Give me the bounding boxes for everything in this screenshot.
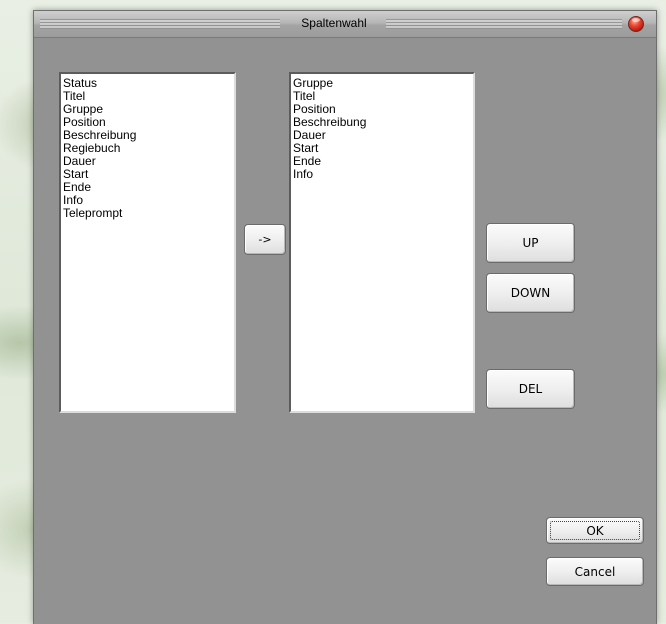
- column-selection-dialog: Spaltenwahl Status Titel Gruppe Position Bes…: [33, 10, 657, 624]
- ok-button[interactable]: OK: [546, 517, 644, 544]
- close-icon[interactable]: [628, 16, 644, 32]
- selected-columns-list[interactable]: Gruppe Titel Position Beschreibung Dauer Star…: [289, 72, 475, 413]
- title-bar[interactable]: Spaltenwahl: [34, 11, 656, 38]
- add-column-button[interactable]: ->: [244, 224, 286, 255]
- title-bar-grip-left: [40, 19, 280, 29]
- selected-column-item[interactable]: Ende: [293, 155, 473, 168]
- cancel-button[interactable]: Cancel: [546, 557, 644, 586]
- available-column-item[interactable]: Status: [63, 77, 234, 90]
- selected-column-item[interactable]: Gruppe: [293, 77, 473, 90]
- available-column-item[interactable]: Teleprompt: [63, 207, 234, 220]
- selected-column-item[interactable]: Dauer: [293, 129, 473, 142]
- delete-column-button[interactable]: DEL: [486, 369, 575, 409]
- selected-column-item[interactable]: Info: [293, 168, 473, 181]
- available-column-item[interactable]: Dauer: [63, 155, 234, 168]
- available-columns-list[interactable]: Status Titel Gruppe Position Beschreibung Reg…: [59, 72, 236, 413]
- ok-button-label: OK: [586, 523, 604, 538]
- move-down-button[interactable]: DOWN: [486, 273, 575, 313]
- available-column-item[interactable]: Ende: [63, 181, 234, 194]
- title-bar-grip-right: [386, 19, 622, 29]
- dialog-title: Spaltenwahl: [301, 16, 367, 30]
- move-up-button[interactable]: UP: [486, 223, 575, 263]
